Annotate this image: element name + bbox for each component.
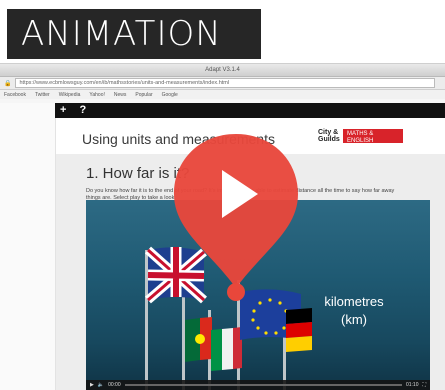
unit-name: kilometres: [324, 294, 384, 309]
bookmark-item[interactable]: Twitter: [35, 92, 50, 98]
logo-wordmark: City & Guilds: [318, 129, 340, 143]
bookmark-item[interactable]: News: [114, 92, 127, 98]
play-control-icon[interactable]: ▶: [90, 382, 94, 388]
progress-track[interactable]: [124, 384, 402, 386]
logo-line2: Guilds: [318, 135, 340, 143]
volume-icon[interactable]: 🔈: [98, 382, 104, 388]
bookmark-item[interactable]: Google: [162, 92, 178, 98]
current-time: 00:00: [108, 382, 121, 388]
italy-flag: [211, 327, 242, 371]
help-button[interactable]: ?: [80, 104, 87, 116]
play-button[interactable]: [172, 130, 300, 310]
bookmark-item[interactable]: Yahoo!: [89, 92, 104, 98]
plus-button[interactable]: +: [60, 104, 66, 116]
unit-abbreviation: (km): [341, 312, 367, 327]
total-time: 01:10: [405, 382, 419, 388]
bookmark-item[interactable]: Wikipedia: [59, 92, 81, 98]
address-bar: 🔒 https://www.ecbmlowsguy.com/en/ib/math…: [0, 77, 445, 90]
pin-dot: [227, 283, 245, 301]
flag-pole: [145, 250, 148, 390]
animation-tag: ANIMATION: [7, 9, 261, 59]
url-field[interactable]: https://www.ecbmlowsguy.com/en/ib/mathss…: [15, 78, 435, 88]
window-title: Adapt V3.1.4: [0, 64, 445, 77]
bookmark-item[interactable]: Popular: [135, 92, 152, 98]
lock-icon: 🔒: [4, 80, 12, 87]
logo-badge: MATHS & ENGLISH: [343, 128, 403, 144]
left-margin: [0, 103, 56, 390]
distance-unit-label: kilometres (km): [314, 293, 394, 329]
course-nav-bar: + ?: [55, 103, 445, 118]
fullscreen-icon[interactable]: ⛶: [422, 382, 426, 388]
germany-flag: [286, 308, 312, 352]
city-guilds-logo: City & Guilds MATHS & ENGLISH: [318, 126, 426, 145]
bookmark-item[interactable]: Facebook: [4, 92, 26, 98]
logo-line1: City &: [318, 128, 339, 136]
portugal-flag: [185, 317, 212, 362]
play-marker: [174, 134, 298, 288]
